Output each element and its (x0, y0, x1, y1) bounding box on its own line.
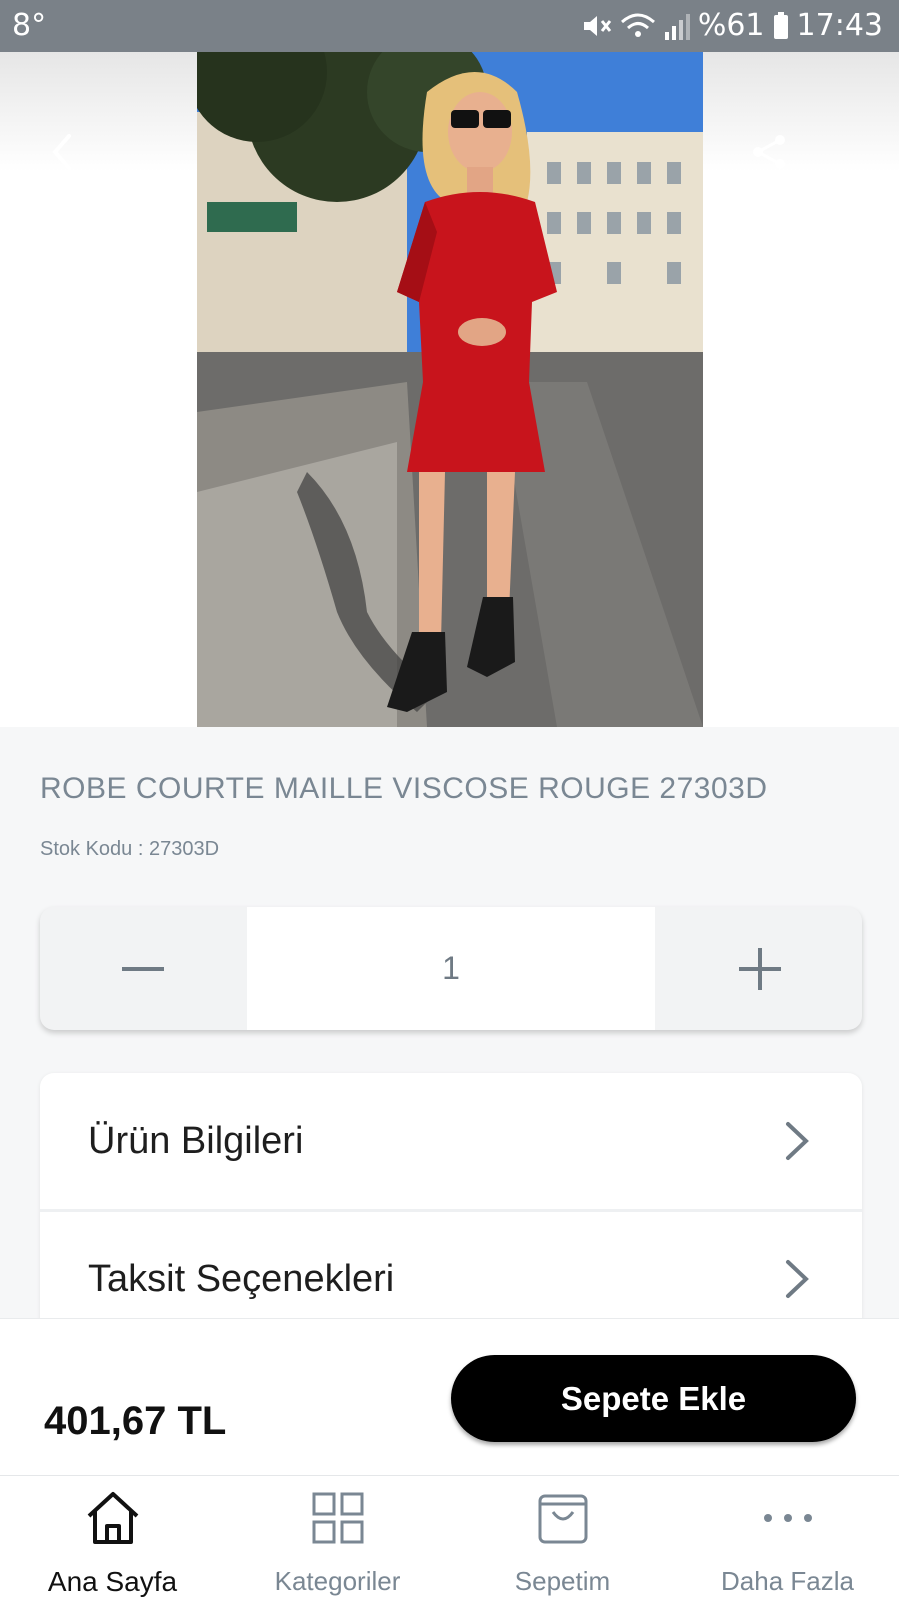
share-icon (753, 135, 785, 169)
battery-percent: %61 (697, 8, 765, 43)
nav-home-label: Ana Sayfa (47, 1566, 178, 1597)
signal-icon (664, 12, 690, 40)
grid-icon (312, 1492, 363, 1544)
add-to-cart-button[interactable]: Sepete Ekle (451, 1355, 856, 1442)
price: 401,67 TL (44, 1399, 227, 1443)
nav-categories[interactable]: Kategoriler (225, 1476, 450, 1600)
product-info-label: Ürün Bilgileri (88, 1119, 304, 1162)
share-button[interactable] (739, 122, 799, 182)
chevron-right-icon (786, 1122, 809, 1160)
home-icon (87, 1492, 138, 1544)
increase-quantity-button[interactable] (657, 907, 862, 1030)
bag-icon (538, 1494, 587, 1544)
purchase-bar: 401,67 TL Sepete Ekle (0, 1318, 899, 1476)
battery-icon (773, 11, 789, 40)
chevron-left-icon (52, 134, 71, 170)
quantity-value[interactable]: 1 (247, 907, 655, 1030)
stock-code: Stok Kodu : 27303D (40, 838, 220, 860)
temperature-indicator: 8° (12, 8, 47, 43)
nav-categories-label: Kategoriler (274, 1566, 401, 1596)
chevron-right-icon (786, 1260, 809, 1298)
mute-icon (580, 12, 612, 40)
nav-cart[interactable]: Sepetim (450, 1476, 675, 1600)
back-button[interactable] (32, 122, 92, 182)
decrease-quantity-button[interactable] (40, 907, 245, 1030)
bottom-navigation: Ana Sayfa Kategoriler Sepetim Daha Fazla (0, 1475, 899, 1600)
product-image-area (0, 52, 899, 727)
more-icon (763, 1514, 812, 1522)
product-info-row[interactable]: Ürün Bilgileri (40, 1073, 862, 1209)
product-title: ROBE COURTE MAILLE VISCOSE ROUGE 27303D (40, 772, 768, 805)
installment-options-label: Taksit Seçenekleri (88, 1257, 395, 1300)
status-icons: %61 17:43 (580, 8, 883, 43)
nav-more-label: Daha Fazla (721, 1566, 854, 1596)
quantity-stepper: 1 (40, 907, 862, 1030)
nav-home[interactable]: Ana Sayfa (0, 1476, 225, 1600)
status-bar: 8° %61 17:43 (0, 0, 899, 52)
nav-more[interactable]: Daha Fazla (675, 1476, 899, 1600)
nav-cart-label: Sepetim (514, 1566, 611, 1596)
product-photo[interactable] (197, 52, 703, 727)
wifi-icon (620, 12, 656, 40)
minus-icon (121, 966, 164, 971)
clock: 17:43 (796, 8, 883, 43)
product-info-list: Ürün Bilgileri Taksit Seçenekleri (40, 1073, 862, 1333)
plus-icon (738, 947, 781, 990)
